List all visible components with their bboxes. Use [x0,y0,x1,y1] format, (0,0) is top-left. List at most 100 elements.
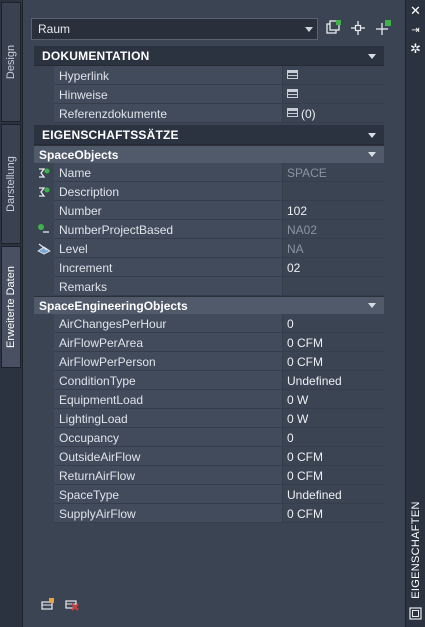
edit-list-icon[interactable] [287,70,298,79]
property-row: NumberProjectBased NA02 [34,220,384,239]
level-icon [37,243,51,255]
palette-tab-strip: Design Darstellung Erweiterte Daten [0,0,22,627]
property-name: Description [59,185,120,199]
category-documentation-label: DOKUMENTATION [42,49,150,63]
property-value[interactable]: (0) [282,104,384,123]
collapse-icon[interactable] [368,152,376,157]
palette-title[interactable]: EIGENSCHAFTEN [406,501,425,598]
property-value[interactable]: 0 W [282,390,384,409]
property-value[interactable]: Undefined [282,485,384,504]
property-value[interactable] [282,85,384,104]
property-value[interactable]: SPACE [282,163,384,182]
property-row: Description [34,182,384,201]
object-type-select[interactable]: Raum [31,18,318,40]
property-value-text: 0 [287,317,294,331]
property-value[interactable]: 0 CFM [282,333,384,352]
pickadd-icon[interactable] [374,19,392,37]
property-value-text: 0 CFM [287,336,323,350]
property-value[interactable] [282,182,384,201]
properties-palette: Design Darstellung Erweiterte Daten Raum [0,0,425,627]
collapse-icon[interactable] [368,133,376,138]
quick-select-icon[interactable] [325,19,343,37]
property-row: ConditionType Undefined [34,371,384,390]
edit-list-icon[interactable] [287,108,298,117]
property-row: ReturnAirFlow 0 CFM [34,466,384,485]
spaceengineering-rows: AirChangesPerHour 0 AirFlowPerArea 0 CFM Air… [34,314,384,523]
property-name: Hinweise [59,88,108,102]
palette-title-bar: ✕ ⇥ ✲ EIGENSCHAFTEN [406,0,425,627]
property-value-text: 0 W [287,393,309,407]
property-value[interactable]: 0 CFM [282,504,384,523]
property-row: Number 102 [34,201,384,220]
property-name: AirChangesPerHour [59,317,167,331]
property-name: SpaceType [59,488,120,502]
auto-number-icon [38,224,49,233]
tab-design[interactable]: Design [1,2,21,122]
property-row-reference-docs: Referenzdokumente (0) [34,104,384,123]
collapse-icon[interactable] [368,303,376,308]
property-name: OutsideAirFlow [59,450,141,464]
property-value-text: Undefined [287,374,342,388]
property-row: Name SPACE [34,163,384,182]
palette-menu-icon[interactable] [409,607,422,620]
property-value[interactable] [282,277,384,296]
property-row: LightingLoad 0 W [34,409,384,428]
property-value-text: 0 [287,431,294,445]
property-row: OutsideAirFlow 0 CFM [34,447,384,466]
add-property-set-icon[interactable] [41,597,55,611]
property-value[interactable]: 0 CFM [282,352,384,371]
property-value[interactable]: Undefined [282,371,384,390]
spaceobjects-rows: Name SPACE Description Number 102 NumberProje… [34,163,384,296]
formula-icon [39,187,50,197]
palette-title-label: EIGENSCHAFTEN [409,501,422,599]
property-value[interactable]: 0 W [282,409,384,428]
property-name: Number [59,204,102,218]
category-property-sets[interactable]: EIGENSCHAFTSSÄTZE [34,125,384,145]
property-row: AirChangesPerHour 0 [34,314,384,333]
select-objects-icon[interactable] [349,19,367,37]
property-value[interactable]: 0 [282,428,384,447]
tab-extended-data[interactable]: Erweiterte Daten [1,246,21,368]
collapse-icon[interactable] [368,54,376,59]
property-name: Level [59,242,88,256]
autohide-icon[interactable]: ⇥ [409,24,422,37]
property-name: Increment [59,261,113,275]
property-value-text: 02 [287,261,301,275]
object-type-value: Raum [38,22,71,36]
property-set-spaceengineeringobjects[interactable]: SpaceEngineeringObjects [34,296,384,314]
property-row: EquipmentLoad 0 W [34,390,384,409]
property-name: LightingLoad [59,412,128,426]
close-icon[interactable]: ✕ [409,4,422,17]
tab-design-label: Design [5,44,17,80]
property-value[interactable]: 0 [282,314,384,333]
property-row: SupplyAirFlow 0 CFM [34,504,384,523]
property-value-text: 0 CFM [287,355,323,369]
category-documentation[interactable]: DOKUMENTATION [34,46,384,66]
property-name: Referenzdokumente [59,107,168,121]
edit-list-icon[interactable] [287,89,298,98]
chevron-down-icon [305,27,313,32]
property-value-text: 0 CFM [287,469,323,483]
tab-display[interactable]: Darstellung [1,124,21,244]
property-name: Hyperlink [59,69,110,83]
property-name: Occupancy [59,431,120,445]
property-name: SupplyAirFlow [59,507,136,521]
property-row: Increment 02 [34,258,384,277]
property-set-label: SpaceObjects [39,148,119,162]
property-name: ReturnAirFlow [59,469,136,483]
property-row-notes: Hinweise [34,85,384,104]
property-row-hyperlink: Hyperlink [34,66,384,85]
property-value[interactable]: NA02 [282,220,384,239]
remove-property-set-icon[interactable] [65,597,79,611]
property-value[interactable]: 02 [282,258,384,277]
property-value[interactable]: NA [282,239,384,258]
property-set-label: SpaceEngineeringObjects [39,299,188,313]
gear-icon[interactable]: ✲ [409,42,422,55]
property-value[interactable]: 0 CFM [282,447,384,466]
property-value[interactable]: 0 CFM [282,466,384,485]
property-name: EquipmentLoad [59,393,144,407]
property-value[interactable] [282,66,384,85]
property-value-text: Undefined [287,488,342,502]
property-set-spaceobjects[interactable]: SpaceObjects [34,145,384,163]
property-value[interactable]: 102 [282,201,384,220]
